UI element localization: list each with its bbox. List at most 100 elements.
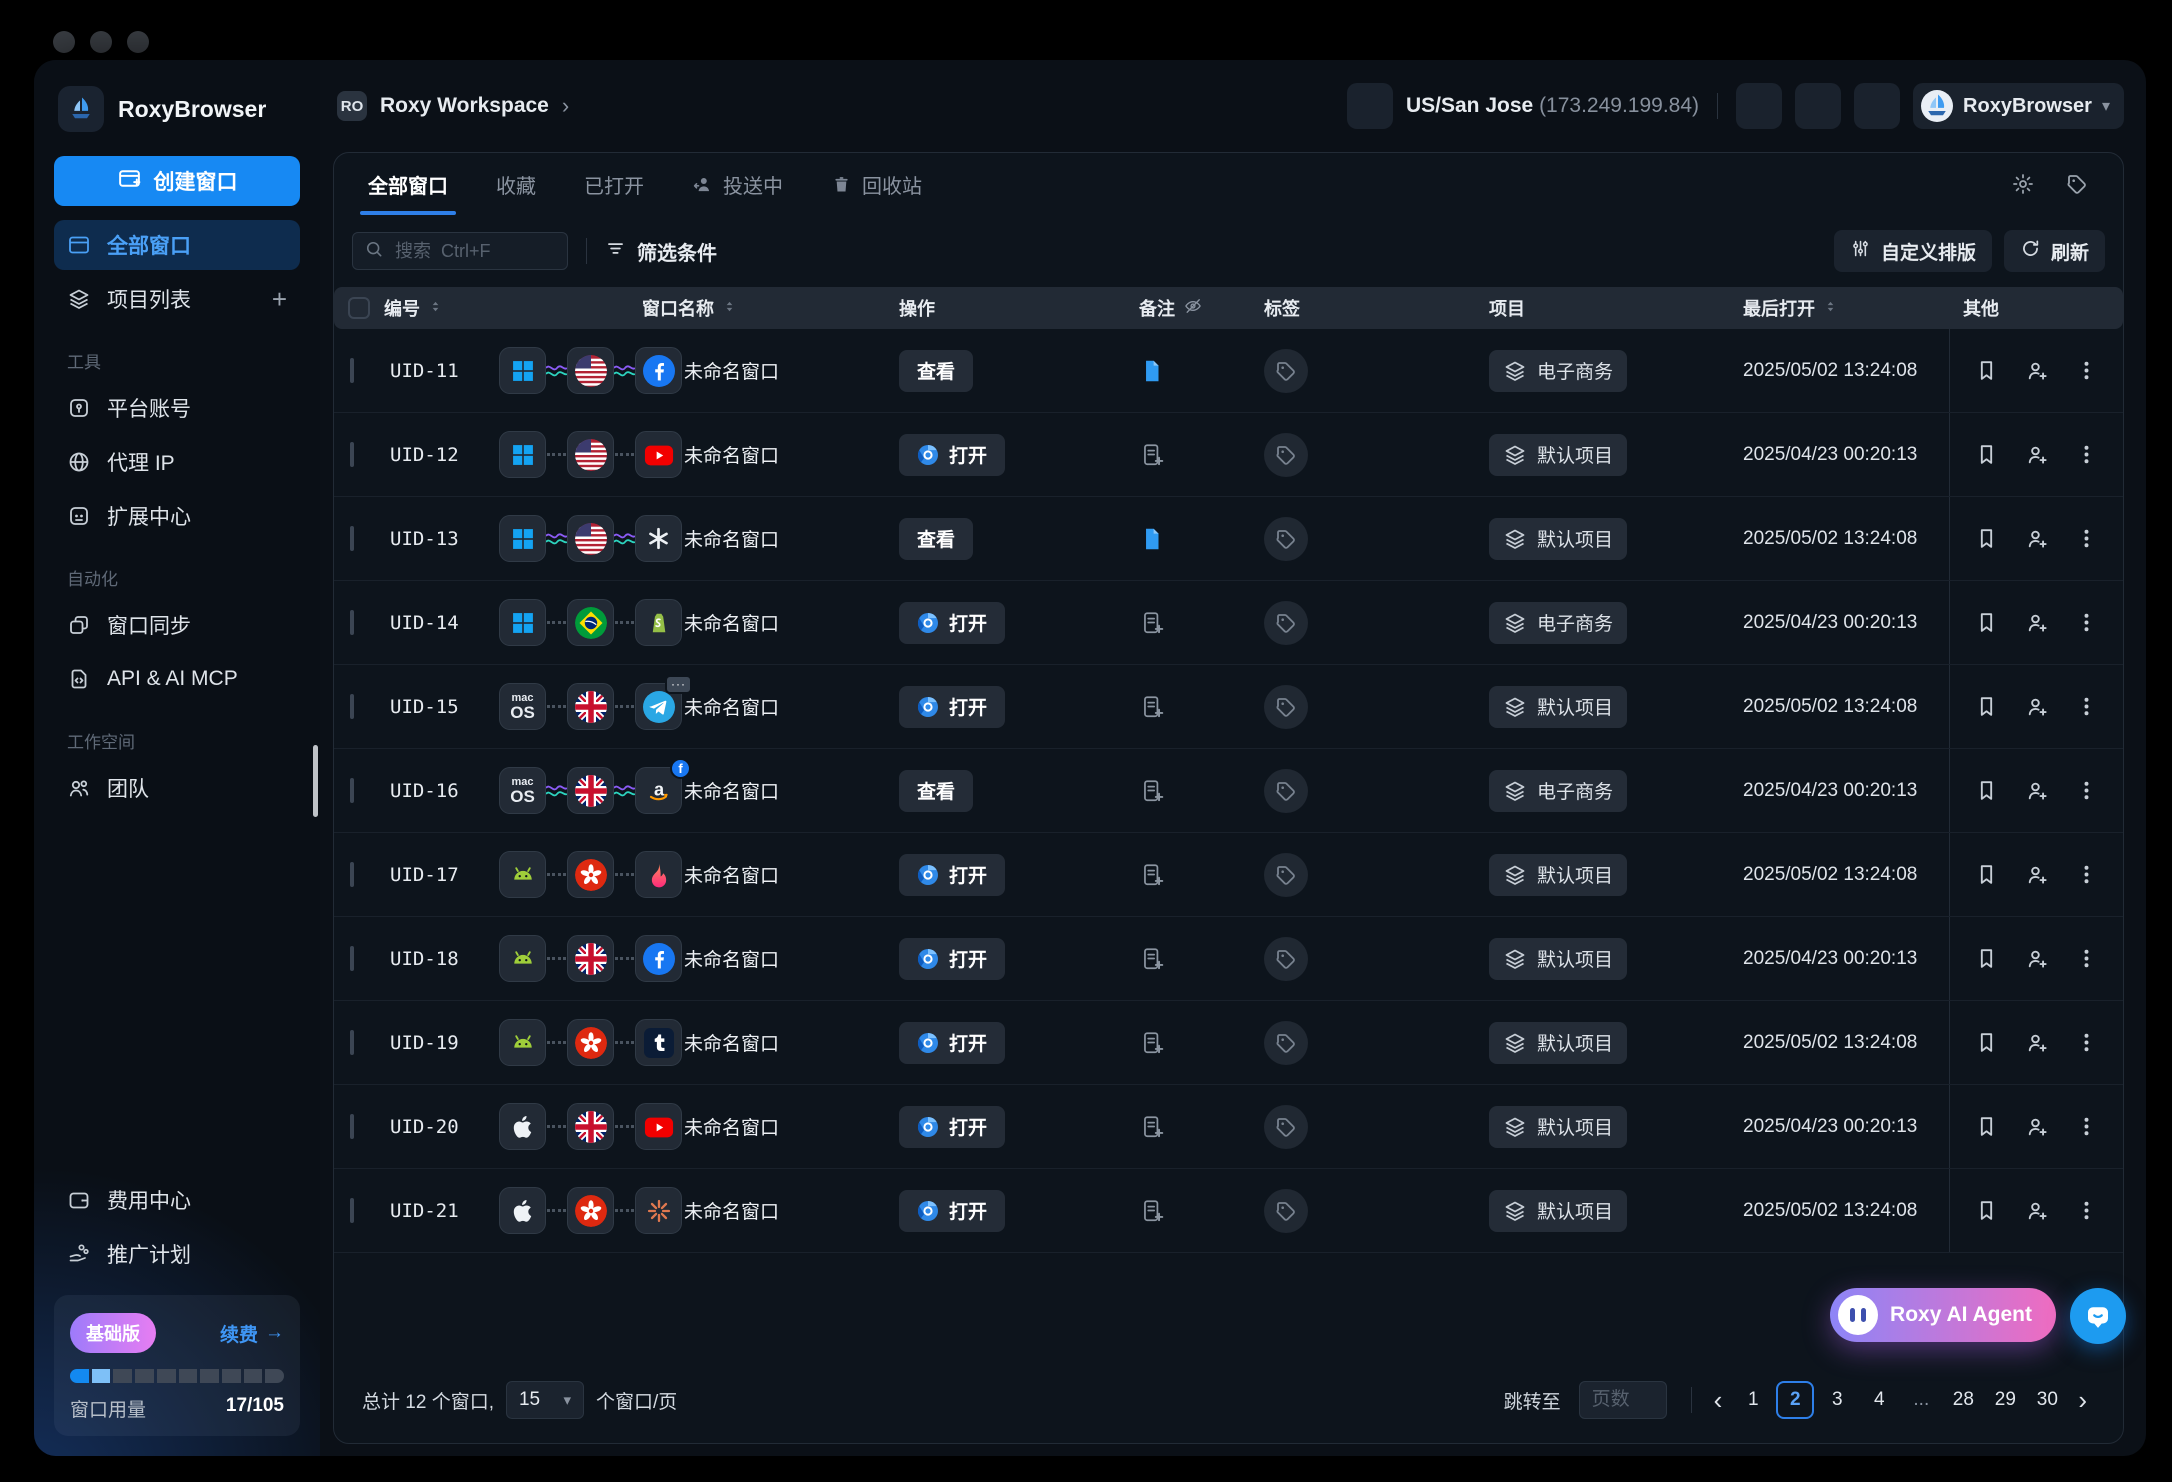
tag-button[interactable] bbox=[1264, 432, 1308, 477]
tag-button[interactable] bbox=[1264, 516, 1308, 561]
row-checkbox[interactable] bbox=[350, 1197, 354, 1223]
note-add-icon[interactable] bbox=[1139, 610, 1264, 636]
page-number-2[interactable]: 2 bbox=[1776, 1381, 1815, 1419]
more-actions-icon[interactable] bbox=[2074, 862, 2099, 887]
page-number-3[interactable]: 3 bbox=[1818, 1381, 1856, 1419]
sort-icon[interactable] bbox=[1823, 298, 1838, 319]
more-actions-icon[interactable] bbox=[2074, 1030, 2099, 1055]
transfer-user-icon[interactable] bbox=[2024, 1198, 2049, 1223]
tag-button[interactable] bbox=[1264, 1020, 1308, 1065]
prev-page-button[interactable]: ‹ bbox=[1706, 1387, 1731, 1413]
select-all-checkbox[interactable] bbox=[348, 297, 370, 319]
roxy-ai-agent-button[interactable]: Roxy AI Agent bbox=[1830, 1288, 2056, 1342]
tag-manager-icon[interactable] bbox=[2065, 172, 2089, 196]
lock-button[interactable] bbox=[1854, 83, 1901, 129]
sidebar-item-window-sync[interactable]: 窗口同步 bbox=[54, 600, 300, 650]
window-close-button[interactable] bbox=[53, 31, 75, 53]
transfer-user-icon[interactable] bbox=[2024, 610, 2049, 635]
tag-button[interactable] bbox=[1264, 1188, 1308, 1233]
column-header-name[interactable]: 窗口名称 bbox=[642, 295, 899, 321]
mail-button[interactable] bbox=[1795, 83, 1842, 129]
page-number-4[interactable]: 4 bbox=[1860, 1381, 1898, 1419]
sidebar-item-all-windows[interactable]: 全部窗口 bbox=[54, 220, 300, 270]
transfer-user-icon[interactable] bbox=[2024, 946, 2049, 971]
page-number-30[interactable]: 30 bbox=[2028, 1381, 2066, 1419]
note-filled-icon[interactable] bbox=[1139, 358, 1264, 384]
refresh-button[interactable]: 刷新 bbox=[2003, 230, 2105, 272]
sidebar-item-billing-center[interactable]: 费用中心 bbox=[54, 1175, 300, 1225]
open-button[interactable]: 打开 bbox=[899, 1021, 1006, 1064]
renew-link[interactable]: 续费 → bbox=[220, 1320, 284, 1347]
bookmark-icon[interactable] bbox=[1974, 694, 1999, 719]
chevron-right-icon[interactable]: › bbox=[562, 93, 569, 119]
tag-button[interactable] bbox=[1264, 348, 1308, 393]
support-chat-button[interactable] bbox=[2070, 1288, 2126, 1344]
more-actions-icon[interactable] bbox=[2074, 526, 2099, 551]
bookmark-icon[interactable] bbox=[1974, 1114, 1999, 1139]
view-button[interactable]: 查看 bbox=[899, 517, 974, 560]
sidebar-item-project-list[interactable]: 项目列表 + bbox=[54, 274, 300, 324]
page-size-select[interactable]: 15 ▾ bbox=[505, 1381, 584, 1419]
sidebar-item-platform-accounts[interactable]: 平台账号 bbox=[54, 383, 300, 433]
sidebar-item-proxy-ip[interactable]: 代理 IP bbox=[54, 437, 300, 487]
sidebar-item-api-ai-mcp[interactable]: API & AI MCP bbox=[54, 654, 300, 704]
filter-button[interactable]: 筛选条件 bbox=[605, 237, 717, 266]
note-add-icon[interactable] bbox=[1139, 1198, 1264, 1224]
row-checkbox[interactable] bbox=[350, 1029, 354, 1055]
row-checkbox[interactable] bbox=[350, 945, 354, 971]
jump-page-input[interactable] bbox=[1578, 1381, 1667, 1419]
note-add-icon[interactable] bbox=[1139, 1114, 1264, 1140]
note-add-icon[interactable] bbox=[1139, 862, 1264, 888]
settings-gear-icon[interactable] bbox=[2011, 172, 2035, 196]
sort-icon[interactable] bbox=[722, 298, 737, 319]
project-chip[interactable]: 默认项目 bbox=[1489, 1105, 1628, 1148]
transfer-user-icon[interactable] bbox=[2024, 694, 2049, 719]
project-chip[interactable]: 默认项目 bbox=[1489, 433, 1628, 476]
project-chip[interactable]: 默认项目 bbox=[1489, 1021, 1628, 1064]
open-button[interactable]: 打开 bbox=[899, 433, 1006, 476]
tag-button[interactable] bbox=[1264, 768, 1308, 813]
more-actions-icon[interactable] bbox=[2074, 778, 2099, 803]
transfer-user-icon[interactable] bbox=[2024, 862, 2049, 887]
search-input[interactable] bbox=[393, 239, 556, 263]
open-button[interactable]: 打开 bbox=[899, 937, 1006, 980]
tag-button[interactable] bbox=[1264, 852, 1308, 897]
tab-delivering[interactable]: 投送中 bbox=[692, 153, 783, 215]
row-checkbox[interactable] bbox=[350, 1113, 354, 1139]
view-button[interactable]: 查看 bbox=[899, 349, 974, 392]
note-add-icon[interactable] bbox=[1139, 778, 1264, 804]
note-add-icon[interactable] bbox=[1139, 442, 1264, 468]
bookmark-icon[interactable] bbox=[1974, 862, 1999, 887]
open-button[interactable]: 打开 bbox=[899, 601, 1006, 644]
bookmark-icon[interactable] bbox=[1974, 610, 1999, 635]
transfer-user-icon[interactable] bbox=[2024, 1030, 2049, 1055]
more-actions-icon[interactable] bbox=[2074, 442, 2099, 467]
more-actions-icon[interactable] bbox=[2074, 358, 2099, 383]
transfer-user-icon[interactable] bbox=[2024, 442, 2049, 467]
eye-off-icon[interactable] bbox=[1183, 296, 1203, 321]
project-chip[interactable]: 电子商务 bbox=[1489, 769, 1628, 812]
transfer-user-icon[interactable] bbox=[2024, 358, 2049, 383]
tab-recycle-bin[interactable]: 回收站 bbox=[831, 153, 922, 215]
custom-layout-button[interactable]: 自定义排版 bbox=[1833, 230, 1992, 272]
tab-all-windows[interactable]: 全部窗口 bbox=[360, 153, 456, 215]
open-button[interactable]: 打开 bbox=[899, 853, 1006, 896]
bookmark-icon[interactable] bbox=[1974, 442, 1999, 467]
tab-favorites[interactable]: 收藏 bbox=[496, 153, 536, 215]
add-project-button[interactable]: + bbox=[272, 284, 287, 315]
tag-button[interactable] bbox=[1264, 936, 1308, 981]
open-button[interactable]: 打开 bbox=[899, 1189, 1006, 1232]
account-menu[interactable]: RoxyBrowser ▾ bbox=[1913, 83, 2124, 129]
row-checkbox[interactable] bbox=[350, 525, 354, 551]
note-add-icon[interactable] bbox=[1139, 946, 1264, 972]
row-checkbox[interactable] bbox=[350, 693, 354, 719]
more-actions-icon[interactable] bbox=[2074, 1198, 2099, 1223]
bookmark-icon[interactable] bbox=[1974, 1198, 1999, 1223]
row-checkbox[interactable] bbox=[350, 357, 354, 383]
next-page-button[interactable]: › bbox=[2070, 1387, 2095, 1413]
project-chip[interactable]: 电子商务 bbox=[1489, 601, 1628, 644]
row-checkbox[interactable] bbox=[350, 609, 354, 635]
row-checkbox[interactable] bbox=[350, 777, 354, 803]
bookmark-icon[interactable] bbox=[1974, 778, 1999, 803]
bookmark-icon[interactable] bbox=[1974, 946, 1999, 971]
